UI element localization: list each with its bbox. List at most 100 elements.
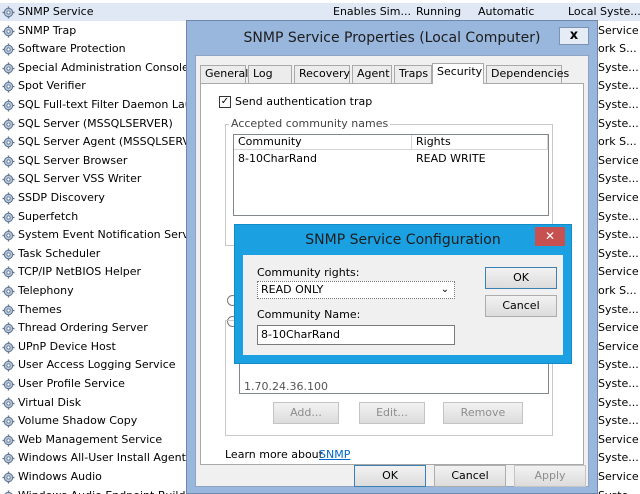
service-name: Volume Shadow Copy <box>18 414 138 428</box>
service-log-on-as: Syste... <box>598 79 639 93</box>
column-header-community[interactable]: Community <box>234 135 412 150</box>
service-log-on-as: Syste... <box>598 209 639 223</box>
gear-icon <box>2 378 15 391</box>
gear-icon <box>2 6 15 19</box>
gear-icon <box>2 452 15 465</box>
community-list-header: Community Rights <box>234 135 548 150</box>
gear-icon <box>2 266 15 279</box>
send-auth-trap-label: Send authentication trap <box>235 95 373 108</box>
service-log-on-as: Syste... <box>598 116 639 130</box>
gear-icon <box>2 118 15 131</box>
gear-icon <box>2 173 15 186</box>
close-button[interactable]: x <box>559 27 589 45</box>
tab-general[interactable]: General <box>200 65 248 83</box>
service-log-on-as: Service <box>598 432 639 446</box>
service-log-on-as: ork S... <box>598 135 637 149</box>
community-list[interactable]: Community Rights 8-10CharRand READ WRITE <box>233 134 549 216</box>
gear-icon <box>2 25 15 38</box>
learn-more-text: Learn more about <box>225 448 323 461</box>
service-name: SQL Full-text Filter Daemon Launcher <box>18 98 186 111</box>
service-name: Themes <box>18 302 62 316</box>
remove-button[interactable]: Remove <box>443 402 523 424</box>
service-log-on-as: Syste... <box>598 395 639 409</box>
service-row[interactable]: SNMP Service Enables Sim... Running Automat… <box>0 3 640 21</box>
service-log-on-as: Syste... <box>598 246 639 260</box>
service-name: Telephony <box>18 284 74 297</box>
service-log-on-as: Syste... <box>598 489 639 494</box>
config-ok-button[interactable]: OK <box>485 267 557 289</box>
service-log-on-as: Syste... <box>598 358 639 372</box>
gear-icon <box>2 155 15 168</box>
service-log-on-as: ork S... <box>598 284 637 297</box>
chevron-down-icon: ⌄ <box>440 284 450 295</box>
service-log-on-as: Service <box>598 265 639 279</box>
service-log-on-as: Service <box>598 470 639 483</box>
cancel-button[interactable]: Cancel <box>434 465 506 487</box>
gear-icon <box>2 434 15 447</box>
gear-icon <box>2 341 15 354</box>
service-log-on-as: Service <box>598 339 639 353</box>
service-name: Windows All-User Install Agent <box>18 451 186 465</box>
service-name: SQL Server VSS Writer <box>18 172 142 186</box>
service-log-on-as: Syste... <box>598 302 639 316</box>
apply-button[interactable]: Apply <box>514 465 586 487</box>
service-startup-type: Automatic <box>478 5 535 18</box>
tab-security[interactable]: Security <box>432 63 484 84</box>
service-log-on-as: Service <box>598 23 639 37</box>
service-name: SSDP Discovery <box>18 191 105 204</box>
column-header-rights[interactable]: Rights <box>412 135 548 150</box>
gear-icon <box>2 285 15 298</box>
add-button[interactable]: Add... <box>273 402 339 424</box>
gear-icon <box>2 62 15 75</box>
snmp-config-dialog: SNMP Service Configuration ✕ Community r… <box>234 224 572 364</box>
tab-agent[interactable]: Agent <box>352 65 392 83</box>
gear-icon <box>2 211 15 224</box>
service-log-on-as: Syste... <box>598 228 639 242</box>
send-auth-trap-checkbox[interactable]: ✓ <box>219 96 231 108</box>
service-name: Windows Audio <box>18 470 102 483</box>
service-log-on-as: Service <box>598 321 639 335</box>
service-name: SQL Server Browser <box>18 153 128 167</box>
service-name: User Profile Service <box>18 377 125 390</box>
service-name: SNMP Trap <box>18 23 77 37</box>
service-name: Thread Ordering Server <box>18 321 148 335</box>
service-log-on-as: Syste... <box>598 98 639 111</box>
gear-icon <box>2 490 15 494</box>
community-name-input[interactable]: 8-10CharRand <box>257 325 455 345</box>
gear-icon <box>2 229 15 242</box>
close-icon[interactable]: ✕ <box>535 227 565 246</box>
service-name: SQL Server Agent (MSSQLSERVER) <box>18 135 186 149</box>
gear-icon <box>2 80 15 93</box>
config-cancel-button[interactable]: Cancel <box>485 295 557 317</box>
gear-icon <box>2 304 15 317</box>
snmp-help-link[interactable]: SNMP <box>319 448 350 461</box>
service-status: Running <box>416 5 462 18</box>
service-name: SNMP Service <box>18 5 94 18</box>
community-row[interactable]: 8-10CharRand READ WRITE <box>234 151 548 166</box>
gear-icon <box>2 322 15 335</box>
community-rights-select[interactable]: READ ONLY ⌄ <box>257 281 455 299</box>
service-log-on-as: Service <box>598 153 639 167</box>
host-entry: 1.70.24.36.100 <box>244 380 328 393</box>
gear-icon <box>2 415 15 428</box>
tab-recovery[interactable]: Recovery <box>294 65 350 83</box>
tab-traps[interactable]: Traps <box>394 65 432 83</box>
tab-log-on[interactable]: Log On <box>248 65 292 96</box>
gear-icon <box>2 43 15 56</box>
service-name: User Access Logging Service <box>18 358 176 372</box>
service-name: Software Protection <box>18 42 126 56</box>
service-name: Task Scheduler <box>18 246 101 260</box>
community-name-label: Community Name: <box>257 308 361 321</box>
ok-button[interactable]: OK <box>354 465 426 487</box>
service-log-on-as: Service <box>598 191 639 204</box>
tab-dependencies[interactable]: Dependencies <box>486 65 569 83</box>
service-log-on-as: Syste... <box>598 172 639 186</box>
gear-icon <box>2 359 15 372</box>
service-name: Superfetch <box>18 209 79 223</box>
service-name: UPnP Device Host <box>18 339 116 353</box>
community-cell: 8-10CharRand <box>238 152 317 165</box>
gear-icon <box>2 192 15 205</box>
edit-button[interactable]: Edit... <box>359 402 425 424</box>
service-name: SQL Server (MSSQLSERVER) <box>18 116 173 130</box>
gear-icon <box>2 136 15 149</box>
